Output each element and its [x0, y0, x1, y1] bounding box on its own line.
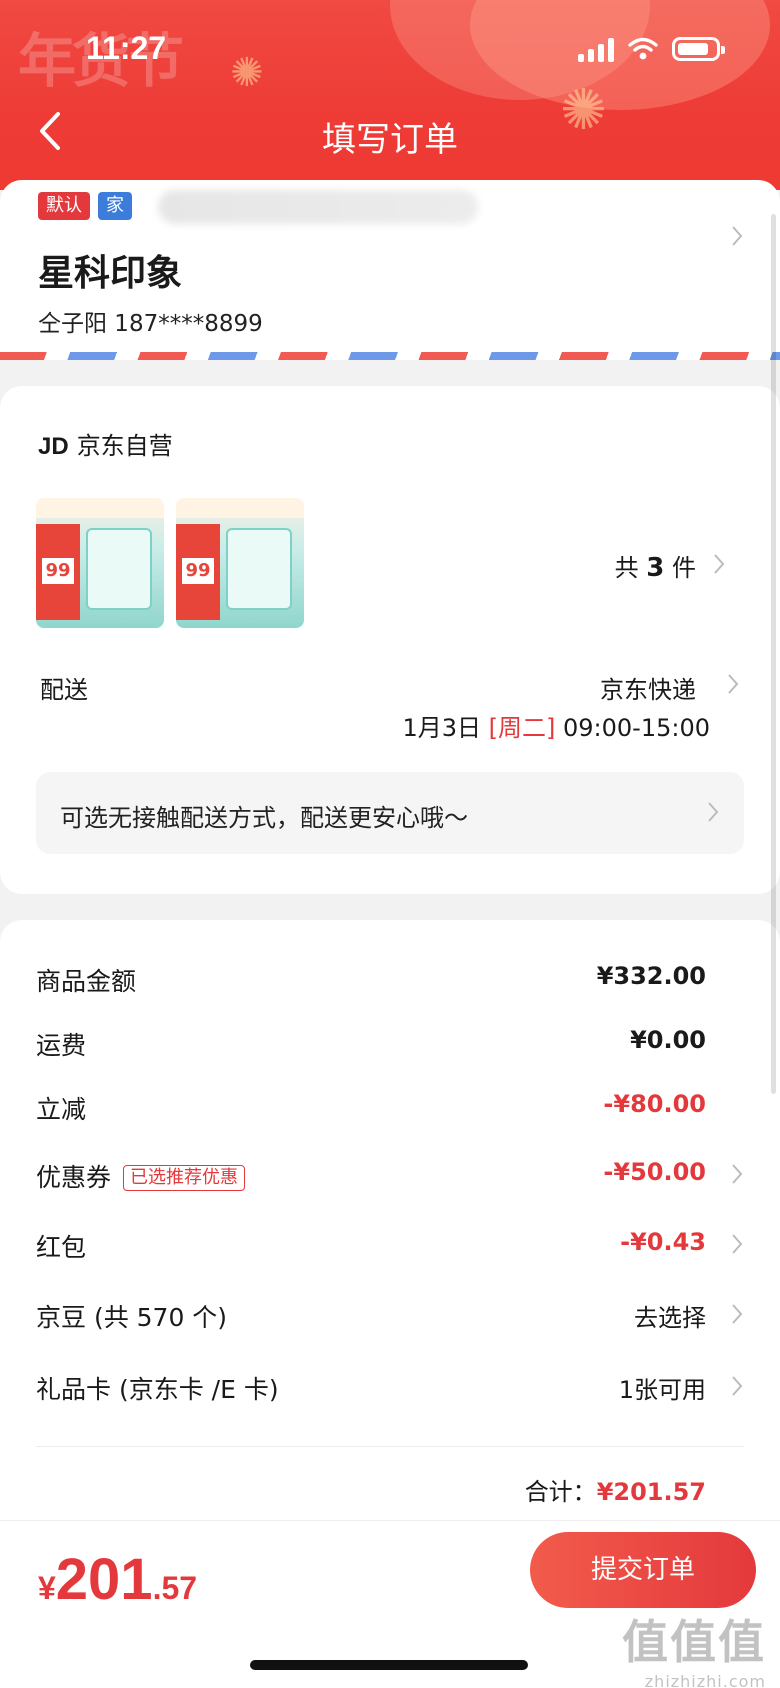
header: 年货节 ✺ ✺ 11:27 填写订单 — [0, 0, 780, 190]
product-price-tag: 99 — [42, 558, 74, 584]
payable-amount: ¥201.57 — [38, 1547, 198, 1612]
coupon-recommended-badge: 已选推荐优惠 — [123, 1165, 246, 1191]
jd-logo-icon: JD — [38, 433, 69, 460]
price-summary-card: 商品金额 ¥332.00 运费 ¥0.00 立减 -¥80.00 优惠券 已选推荐… — [0, 920, 780, 1520]
product-price-tag: 99 — [182, 558, 214, 584]
contactless-delivery-option[interactable]: 可选无接触配送方式，配送更安心哦～ — [36, 772, 744, 854]
item-count[interactable]: 共 3 件 — [615, 548, 696, 583]
watermark: 值值值 zhizhizhi.com — [622, 1615, 766, 1688]
status-icons — [578, 36, 725, 62]
signal-icon — [578, 36, 614, 62]
price-row-gift-card[interactable]: 礼品卡 (京东卡 /E 卡) 1张可用 — [36, 1370, 744, 1410]
submit-order-button[interactable]: 提交订单 — [530, 1532, 756, 1608]
price-row-red-packet[interactable]: 红包 -¥0.43 — [36, 1228, 744, 1268]
chevron-right-icon — [714, 554, 725, 574]
checkout-bar: ¥201.57 提交订单 值值值 zhizhizhi.com — [0, 1520, 780, 1688]
wifi-icon — [628, 37, 658, 60]
delivery-label: 配送 — [40, 676, 88, 704]
jd-beans-select: 去选择 — [634, 1304, 706, 1332]
redacted-address — [158, 190, 478, 224]
shop-card: JD 京东自营 99 99 共 3 件 配送 京东快递 1月3日 [周二] 09:… — [0, 386, 780, 894]
contactless-delivery-text: 可选无接触配送方式，配送更安心哦～ — [60, 804, 468, 832]
goods-amount: ¥332.00 — [596, 962, 706, 990]
chevron-right-icon — [728, 674, 739, 694]
page-title: 填写订单 — [322, 120, 458, 160]
divider — [36, 1446, 744, 1447]
instant-discount: -¥80.00 — [603, 1090, 706, 1118]
price-row-goods: 商品金额 ¥332.00 — [36, 962, 706, 996]
red-packet-amount: -¥0.43 — [620, 1228, 706, 1256]
firework-icon: ✺ — [230, 50, 264, 96]
price-row-discount: 立减 -¥80.00 — [36, 1090, 706, 1124]
chevron-right-icon — [732, 1376, 743, 1396]
price-row-coupon[interactable]: 优惠券 已选推荐优惠 -¥50.00 — [36, 1158, 744, 1198]
home-indicator — [250, 1660, 528, 1670]
default-address-badge: 默认 — [38, 192, 90, 220]
recipient-contact: 仝子阳 187****8899 — [38, 311, 263, 337]
diaper-pack-image — [226, 528, 292, 610]
chevron-right-icon — [732, 1234, 743, 1254]
chevron-right-icon — [708, 802, 719, 822]
home-address-badge: 家 — [98, 192, 132, 220]
coupon-amount: -¥50.00 — [603, 1158, 706, 1186]
airmail-border — [0, 352, 780, 360]
scrollbar[interactable] — [771, 214, 776, 1094]
price-row-shipping: 运费 ¥0.00 — [36, 1026, 706, 1060]
shipping-fee: ¥0.00 — [630, 1026, 706, 1054]
chevron-right-icon — [732, 226, 743, 246]
recipient-name: 星科印象 — [38, 253, 183, 294]
price-row-jd-beans[interactable]: 京豆 (共 570 个) 去选择 — [36, 1298, 744, 1338]
status-time: 11:27 — [86, 30, 167, 66]
gift-card-available: 1张可用 — [618, 1376, 706, 1404]
chevron-right-icon — [732, 1304, 743, 1324]
battery-icon — [672, 37, 725, 61]
diaper-pack-image — [86, 528, 152, 610]
shop-name: JD 京东自营 — [38, 432, 173, 460]
address-card[interactable]: 默认 家 星科印象 仝子阳 187****8899 — [0, 180, 780, 360]
delivery-time[interactable]: 1月3日 [周二] 09:00-15:00 — [402, 708, 710, 743]
delivery-method[interactable]: 京东快递 — [600, 670, 696, 705]
product-thumbnail[interactable]: 99 — [36, 498, 164, 628]
chevron-right-icon — [732, 1164, 743, 1184]
product-thumbnail[interactable]: 99 — [176, 498, 304, 628]
subtotal: 合计：¥201.57 — [524, 1478, 706, 1506]
